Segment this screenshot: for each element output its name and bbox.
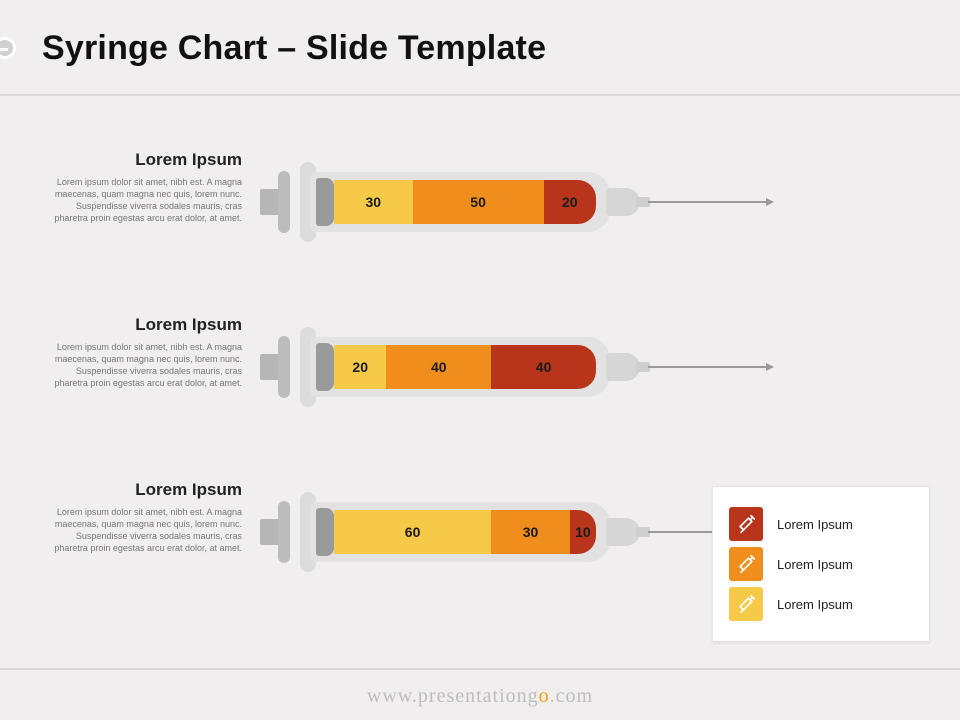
row-heading: Lorem Ipsum	[40, 150, 242, 170]
syringe-plunger-flange	[278, 501, 290, 563]
syringe-needle-icon	[648, 201, 768, 203]
syringe-segments: 305020	[334, 180, 596, 224]
legend-label: Lorem Ipsum	[777, 597, 853, 612]
legend: Lorem Ipsum Lorem Ipsum Lorem Ipsum	[712, 486, 930, 642]
footer-text-a: www.presentationg	[367, 685, 539, 707]
syringe-icon	[729, 587, 763, 621]
syringe-chart: 305020	[260, 156, 780, 248]
header-divider	[0, 94, 960, 96]
syringe-icon	[729, 507, 763, 541]
syringe-plunger-flange	[278, 336, 290, 398]
slide: Syringe Chart – Slide Template Lorem Ips…	[0, 0, 960, 720]
header: Syringe Chart – Slide Template	[0, 18, 546, 78]
bar-segment: 20	[334, 345, 386, 389]
syringe-plunger-head	[316, 343, 334, 391]
footer-text-b: .com	[550, 685, 593, 707]
row-body: Lorem ipsum dolor sit amet, nibh est. A …	[40, 341, 242, 390]
bar-segment: 20	[544, 180, 596, 224]
footer: www.presentationgo.com	[0, 685, 960, 708]
row-description: Lorem Ipsum Lorem ipsum dolor sit amet, n…	[40, 315, 260, 390]
row-description: Lorem Ipsum Lorem ipsum dolor sit amet, n…	[40, 480, 260, 555]
page-title: Syringe Chart – Slide Template	[42, 29, 546, 68]
legend-item: Lorem Ipsum	[729, 507, 913, 541]
header-line	[0, 48, 8, 51]
syringe-tip	[606, 353, 640, 381]
legend-label: Lorem Ipsum	[777, 557, 853, 572]
bar-segment: 30	[491, 510, 570, 554]
syringe-plunger-head	[316, 178, 334, 226]
bar-segment: 50	[413, 180, 544, 224]
footer-divider	[0, 668, 960, 670]
syringe-tip	[606, 518, 640, 546]
chart-row: Lorem Ipsum Lorem ipsum dolor sit amet, n…	[40, 315, 920, 480]
row-description: Lorem Ipsum Lorem ipsum dolor sit amet, n…	[40, 150, 260, 225]
legend-label: Lorem Ipsum	[777, 517, 853, 532]
bar-segment: 30	[334, 180, 413, 224]
legend-item: Lorem Ipsum	[729, 547, 913, 581]
syringe-segments: 204040	[334, 345, 596, 389]
bar-segment: 40	[386, 345, 491, 389]
bar-segment: 40	[491, 345, 596, 389]
chart-row: Lorem Ipsum Lorem ipsum dolor sit amet, n…	[40, 150, 920, 315]
row-heading: Lorem Ipsum	[40, 315, 242, 335]
footer-text-o: o	[539, 685, 550, 707]
row-heading: Lorem Ipsum	[40, 480, 242, 500]
syringe-needle-icon	[648, 366, 768, 368]
row-body: Lorem ipsum dolor sit amet, nibh est. A …	[40, 506, 242, 555]
syringe-tip	[606, 188, 640, 216]
syringe-plunger-flange	[278, 171, 290, 233]
syringe-plunger-head	[316, 508, 334, 556]
syringe-chart: 204040	[260, 321, 780, 413]
syringe-segments: 603010	[334, 510, 596, 554]
syringe-icon	[729, 547, 763, 581]
bar-segment: 60	[334, 510, 491, 554]
syringe-chart: 603010	[260, 486, 780, 578]
legend-item: Lorem Ipsum	[729, 587, 913, 621]
row-body: Lorem ipsum dolor sit amet, nibh est. A …	[40, 176, 242, 225]
